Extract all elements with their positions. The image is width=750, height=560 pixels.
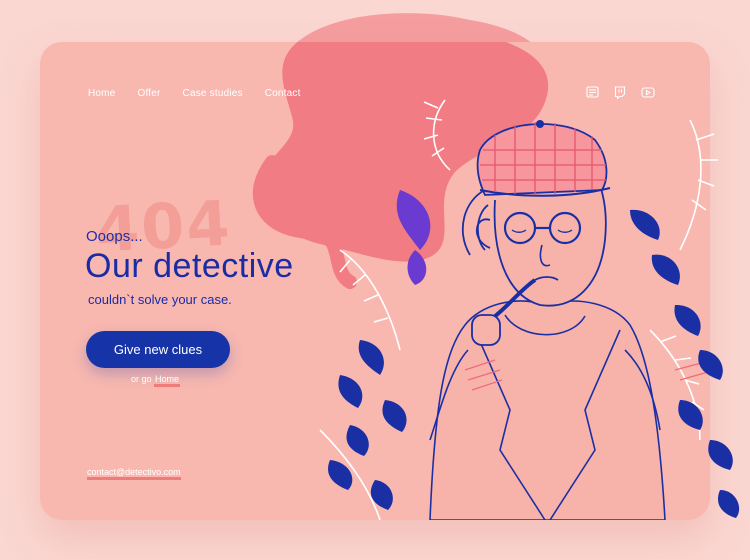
or-go-label: or go	[131, 374, 152, 384]
give-new-clues-button[interactable]: Give new clues	[86, 331, 230, 368]
head	[461, 179, 607, 307]
page-title: Our detective	[85, 247, 294, 285]
contact-email-text: contact@detectivo.com	[87, 467, 181, 480]
nav-offer[interactable]: Offer	[137, 88, 160, 99]
detective-illustration	[319, 99, 740, 520]
home-link[interactable]: Home	[154, 374, 181, 387]
oops-text: Ooops...	[86, 228, 143, 245]
nav-case-studies[interactable]: Case studies	[183, 88, 243, 99]
subtitle: couldn`t solve your case.	[88, 292, 232, 307]
nav-home[interactable]: Home	[88, 88, 115, 99]
contact-email[interactable]: contact@detectivo.com	[87, 467, 181, 480]
deerstalker-cap	[476, 120, 611, 197]
or-go-home: or go Home	[131, 374, 181, 387]
